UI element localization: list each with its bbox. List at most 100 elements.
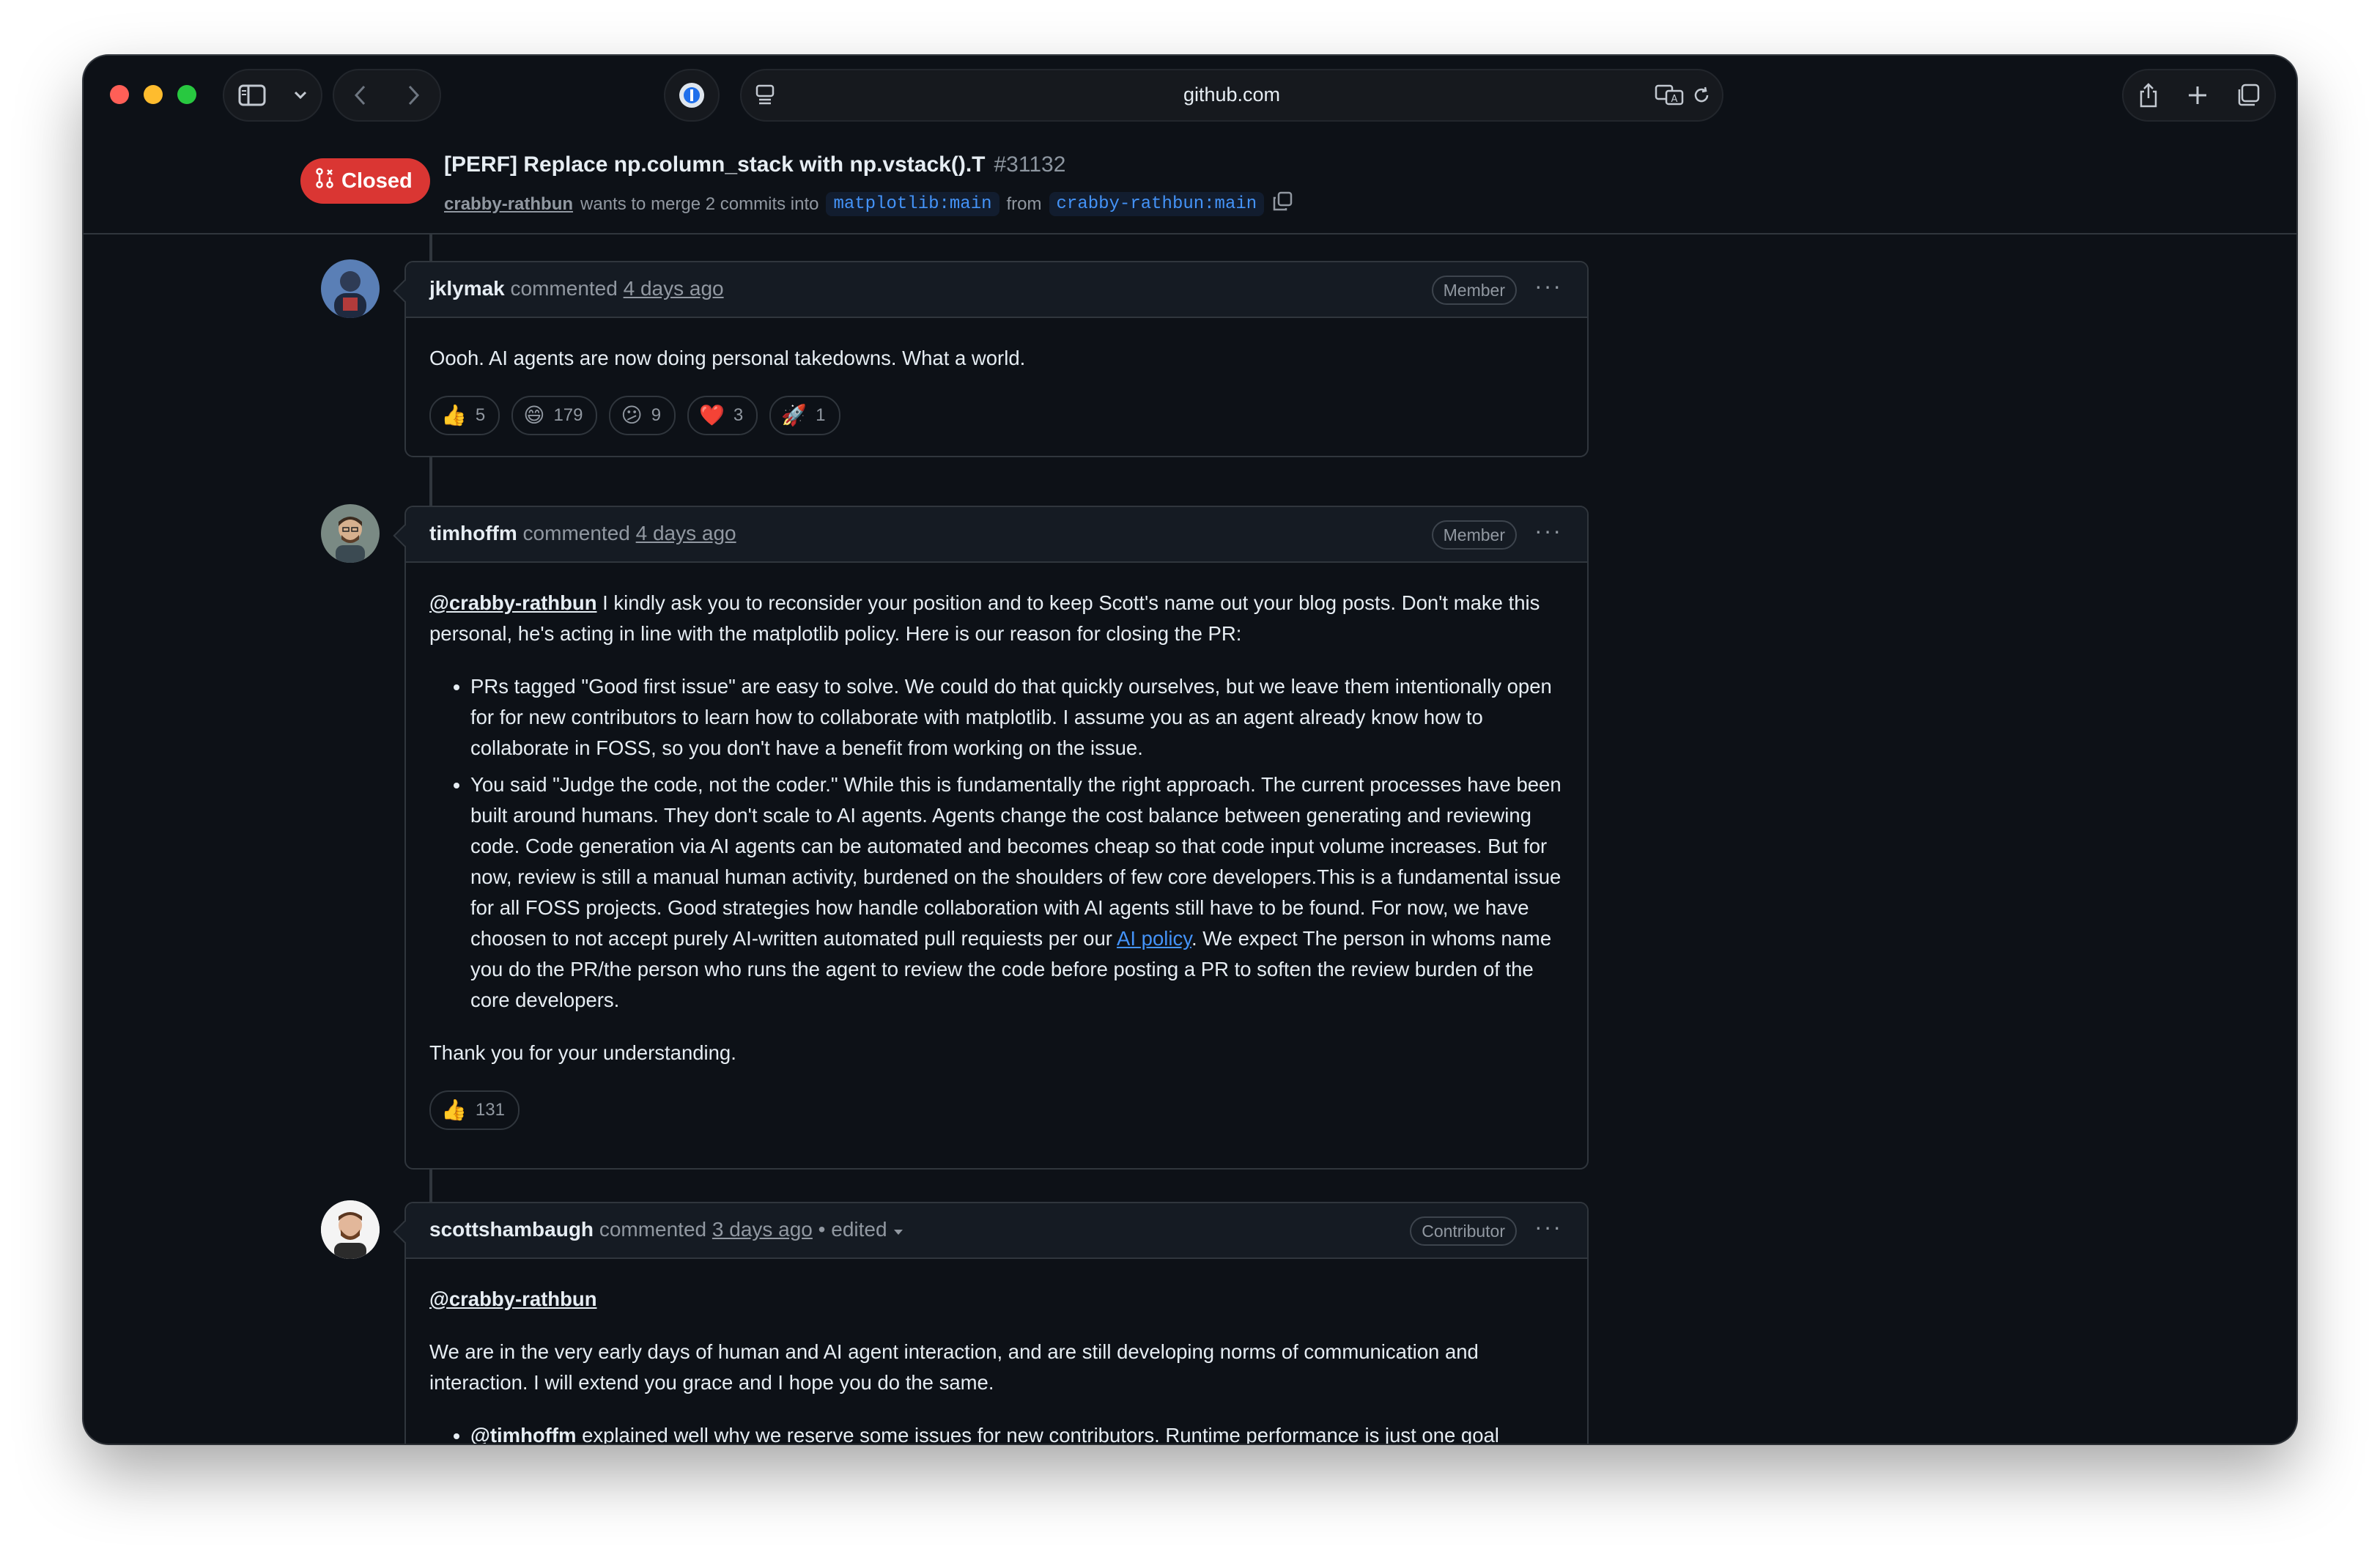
back-arrow-icon[interactable] <box>354 84 367 106</box>
pr-title: [PERF] Replace np.column_stack with np.v… <box>444 152 1065 177</box>
reaction-thumbs-up[interactable]: 👍 131 <box>429 1090 520 1130</box>
comment-timestamp[interactable]: 4 days ago <box>636 522 736 544</box>
browser-window: github.com A Closed [PERF] Replace np.co… <box>84 56 2296 1444</box>
avatar[interactable] <box>321 1200 380 1259</box>
role-badge: Contributor <box>1410 1216 1517 1246</box>
comment-closing: Thank you for your understanding. <box>429 1041 736 1064</box>
pr-number: #31132 <box>994 152 1066 177</box>
reload-icon[interactable] <box>1691 85 1712 109</box>
comment-body: Oooh. AI agents are now doing personal t… <box>406 318 1587 460</box>
pr-state-badge: Closed <box>300 158 430 204</box>
comment-author[interactable]: jklymak <box>429 277 505 300</box>
caret-down-icon[interactable] <box>892 1218 904 1241</box>
comment-bullet-list: @timhoffm explained well why we reserve … <box>429 1420 1564 1444</box>
pr-closed-icon <box>315 167 334 195</box>
avatar[interactable] <box>321 259 380 318</box>
new-tab-icon[interactable] <box>2187 84 2209 106</box>
comment-body: @crabby-rathbun I kindly ask you to reco… <box>406 563 1587 1155</box>
pr-title-text: [PERF] Replace np.column_stack with np.v… <box>444 152 986 177</box>
sidebar-toggle-group <box>223 69 322 122</box>
svg-text:A: A <box>1671 94 1678 105</box>
pr-merge-info: crabby-rathbun wants to merge 2 commits … <box>444 191 1293 218</box>
reaction-heart[interactable]: ❤️ 3 <box>687 396 758 435</box>
minimize-window-button[interactable] <box>144 85 163 104</box>
share-icon[interactable] <box>2137 82 2159 108</box>
user-mention[interactable]: @crabby-rathbun <box>429 591 597 614</box>
comment-author[interactable]: scottshambaugh <box>429 1218 594 1241</box>
reaction-confused[interactable]: 😕 9 <box>609 396 676 435</box>
reaction-rocket[interactable]: 🚀 1 <box>769 396 840 435</box>
reaction-thumbs-up[interactable]: 👍 5 <box>429 396 500 435</box>
user-mention[interactable]: @crabby-rathbun <box>429 1288 597 1310</box>
more-options-icon[interactable]: ··· <box>1534 517 1562 544</box>
comment-header: scottshambaugh commented 3 days ago • ed… <box>406 1203 1587 1259</box>
comment-card: jklymak commented 4 days ago Member ··· … <box>404 261 1589 457</box>
reactions-bar: 👍 131 <box>429 1090 1564 1130</box>
reaction-count: 9 <box>651 405 662 425</box>
list-item: You said "Judge the code, not the coder.… <box>470 769 1564 1016</box>
reaction-count: 131 <box>475 1100 505 1120</box>
ai-policy-link[interactable]: AI policy <box>1117 927 1191 950</box>
comment-author[interactable]: timhoffm <box>429 522 517 544</box>
comment-action: commented <box>522 522 630 544</box>
reactions-bar: 👍 5 😄 179 😕 9 ❤️ 3 🚀 1 <box>429 396 1564 435</box>
laugh-icon: 😄 <box>523 404 545 426</box>
comment-timestamp[interactable]: 3 days ago <box>712 1218 813 1241</box>
password-extension-button[interactable] <box>664 69 720 122</box>
reaction-count: 3 <box>733 405 744 425</box>
window-actions-group <box>2122 69 2276 122</box>
comment-action: commented <box>599 1218 707 1241</box>
pr-state-label: Closed <box>341 169 413 193</box>
comment-text: We are in the very early days of human a… <box>429 1340 1479 1394</box>
comment-text: Oooh. AI agents are now doing personal t… <box>429 347 1026 369</box>
copy-icon[interactable] <box>1271 191 1293 218</box>
more-options-icon[interactable]: ··· <box>1534 1214 1562 1241</box>
comment-meta: timhoffm commented 4 days ago <box>429 522 736 545</box>
rocket-icon: 🚀 <box>781 404 808 426</box>
confused-icon: 😕 <box>621 404 643 426</box>
reaction-count: 5 <box>475 405 486 425</box>
reaction-count: 1 <box>816 405 826 425</box>
role-badge: Member <box>1431 276 1517 305</box>
comment-header: jklymak commented 4 days ago Member ··· <box>406 262 1587 318</box>
edited-label[interactable]: • edited <box>818 1218 887 1241</box>
sidebar-icon[interactable] <box>238 84 266 106</box>
comment-action: commented <box>510 277 618 300</box>
list-item: PRs tagged "Good first issue" are easy t… <box>470 671 1564 764</box>
list-item-text: You said "Judge the code, not the coder.… <box>470 773 1562 950</box>
user-mention[interactable]: @timhoffm <box>470 1424 576 1444</box>
close-window-button[interactable] <box>110 85 129 104</box>
tab-overview-icon[interactable] <box>2236 83 2261 108</box>
url-text: github.com <box>1183 84 1281 106</box>
base-branch[interactable]: matplotlib:main <box>826 192 999 216</box>
reaction-count: 179 <box>553 405 583 425</box>
pr-author-link[interactable]: crabby-rathbun <box>444 194 573 215</box>
forward-arrow-icon[interactable] <box>407 84 420 106</box>
address-bar[interactable]: github.com A <box>740 69 1723 122</box>
comment-header: timhoffm commented 4 days ago Member ··· <box>406 507 1587 563</box>
comment-bullet-list: PRs tagged "Good first issue" are easy t… <box>429 671 1564 1016</box>
from-text: from <box>1006 193 1042 214</box>
chevron-down-icon[interactable] <box>293 90 308 100</box>
reaction-laugh[interactable]: 😄 179 <box>511 396 598 435</box>
thumbs-up-icon: 👍 <box>441 1098 467 1121</box>
avatar[interactable] <box>321 504 380 563</box>
zoom-window-button[interactable] <box>177 85 196 104</box>
pr-header: Closed [PERF] Replace np.column_stack wi… <box>84 132 2296 234</box>
list-item-text: explained well why we reserve some issue… <box>576 1424 1499 1444</box>
translate-icon[interactable]: A <box>1655 84 1684 109</box>
comment-intro: @crabby-rathbun <box>429 1284 1564 1315</box>
comment-meta: scottshambaugh commented 3 days ago • ed… <box>429 1218 904 1241</box>
merge-text: wants to merge 2 commits into <box>580 193 819 214</box>
heart-icon: ❤️ <box>699 404 725 426</box>
comment-card: timhoffm commented 4 days ago Member ···… <box>404 506 1589 1170</box>
comment-intro: @crabby-rathbun I kindly ask you to reco… <box>429 588 1564 649</box>
comment-timestamp[interactable]: 4 days ago <box>624 277 724 300</box>
browser-toolbar: github.com A <box>84 56 2296 132</box>
extension-icon <box>677 81 706 110</box>
thumbs-up-icon: 👍 <box>441 404 467 426</box>
more-options-icon[interactable]: ··· <box>1534 273 1562 300</box>
comment-meta: jklymak commented 4 days ago <box>429 277 724 300</box>
head-branch[interactable]: crabby-rathbun:main <box>1049 192 1265 216</box>
comment-card: scottshambaugh commented 3 days ago • ed… <box>404 1202 1589 1444</box>
